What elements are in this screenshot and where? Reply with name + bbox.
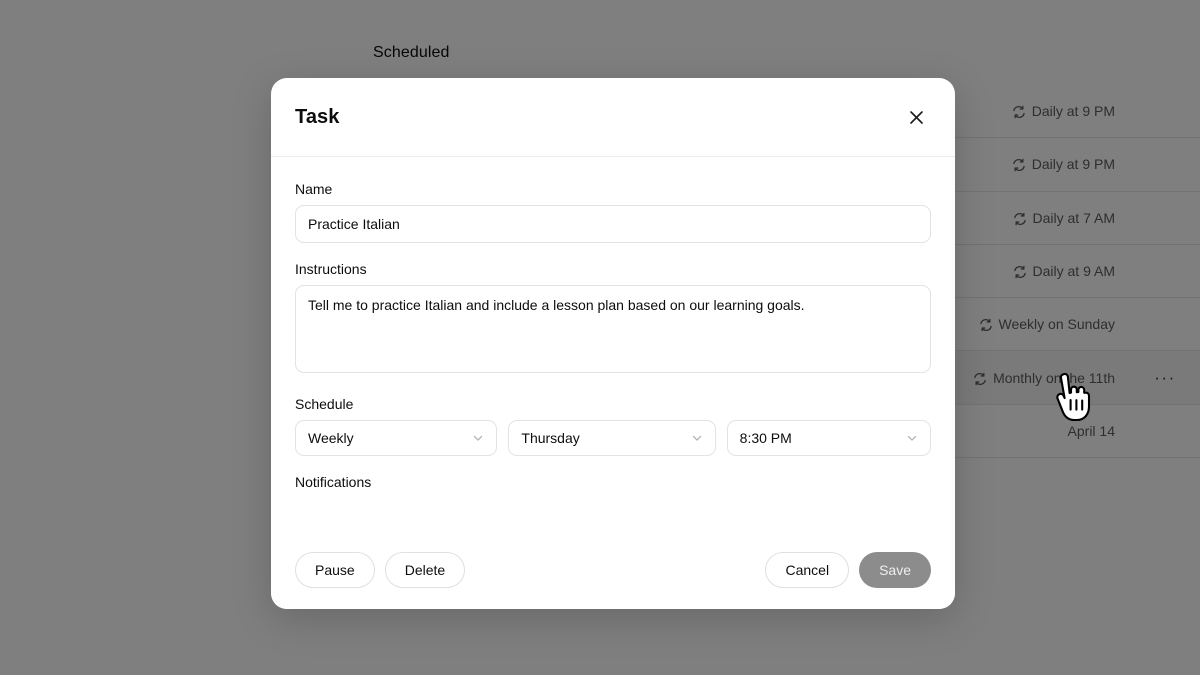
schedule-time-select[interactable]: 8:30 PM <box>726 420 931 456</box>
chevron-down-icon <box>896 432 918 444</box>
instructions-field-group: Instructions Tell me to practice Italian… <box>295 261 931 378</box>
instructions-label: Instructions <box>295 261 367 277</box>
dialog-header: Task <box>271 78 955 157</box>
name-label: Name <box>295 181 333 197</box>
dialog-body: Name Instructions Tell me to practice It… <box>271 157 955 530</box>
cancel-button[interactable]: Cancel <box>765 551 850 588</box>
schedule-day-select[interactable]: Thursday <box>508 420 716 456</box>
footer-right-actions: Cancel Save <box>765 551 931 588</box>
chevron-down-icon <box>462 432 484 444</box>
notifications-field-group: Notifications <box>295 474 931 490</box>
instructions-textarea[interactable]: Tell me to practice Italian and include … <box>295 285 931 373</box>
chevron-down-icon <box>681 432 703 444</box>
dialog-footer: Pause Delete Cancel Save <box>271 530 955 609</box>
save-button[interactable]: Save <box>859 551 931 588</box>
name-input[interactable] <box>295 205 931 243</box>
name-field-group: Name <box>295 181 931 243</box>
close-icon[interactable] <box>901 102 931 132</box>
schedule-field-group: Schedule Weekly Thursday 8:30 PM <box>295 396 931 456</box>
task-dialog: Task Name Instructions Tell me to practi… <box>271 78 955 609</box>
schedule-selects-row: Weekly Thursday 8:30 PM <box>295 420 931 456</box>
delete-button[interactable]: Delete <box>384 551 466 588</box>
schedule-label: Schedule <box>295 396 354 412</box>
notifications-label: Notifications <box>295 474 372 490</box>
pause-button[interactable]: Pause <box>295 551 375 588</box>
footer-left-actions: Pause Delete <box>295 551 466 588</box>
dialog-title: Task <box>295 105 340 128</box>
schedule-day-value: Thursday <box>521 430 580 446</box>
schedule-time-value: 8:30 PM <box>739 430 792 446</box>
schedule-frequency-value: Weekly <box>308 430 354 446</box>
schedule-frequency-select[interactable]: Weekly <box>295 420 498 456</box>
